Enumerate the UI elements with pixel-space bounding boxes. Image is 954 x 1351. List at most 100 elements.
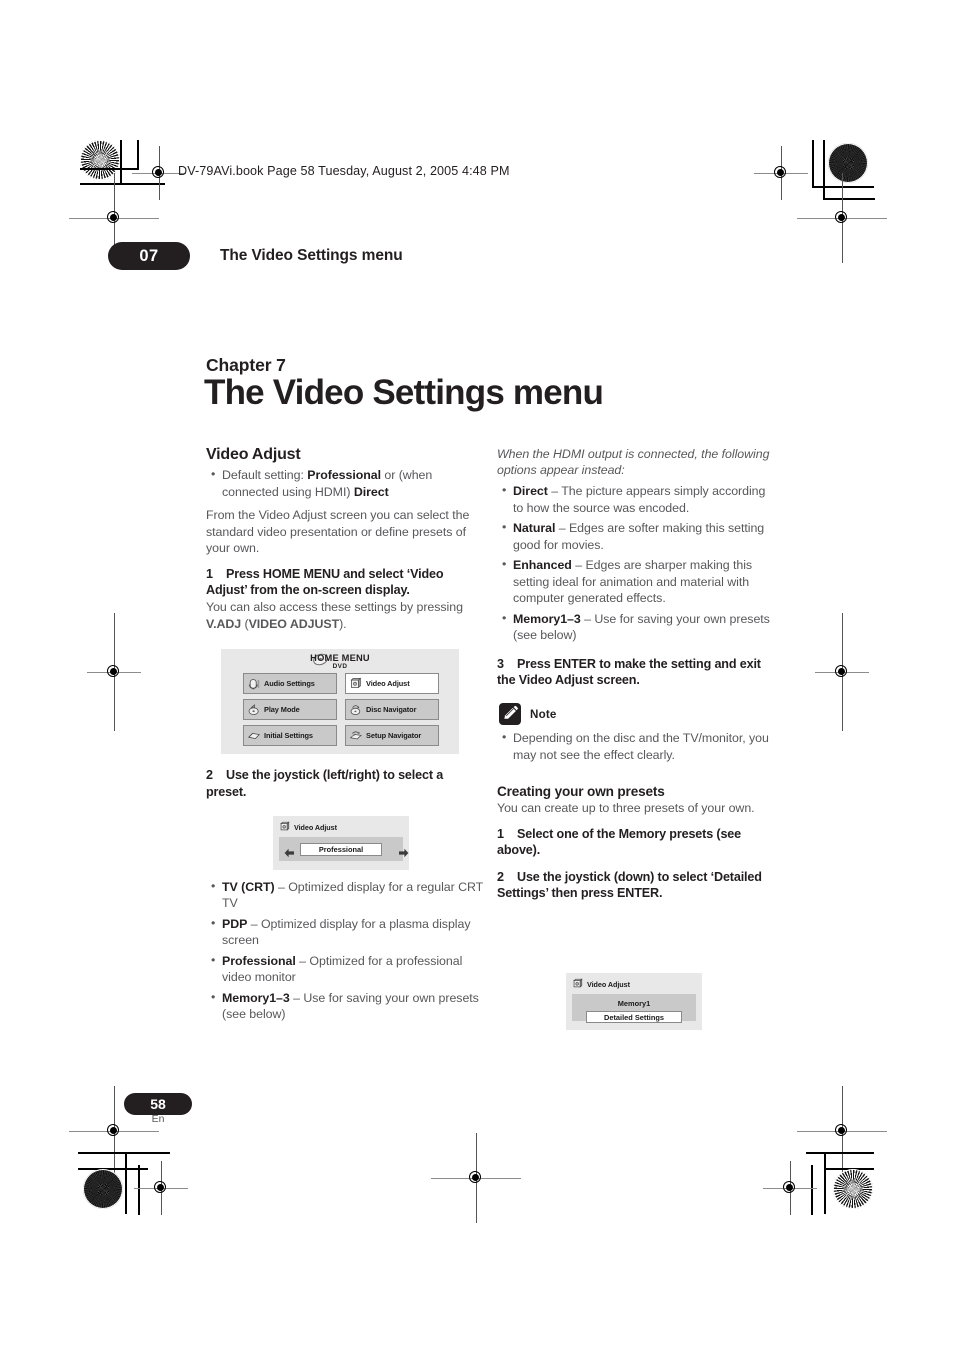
subsection-body: You can create up to three presets of yo… (497, 801, 755, 816)
list-item: Enhanced – Edges are sharper making this… (502, 556, 774, 607)
crop-mark (811, 1165, 813, 1215)
subsection-heading-creating-presets: Creating your own presets (497, 784, 665, 800)
section-heading-video-adjust: Video Adjust (206, 446, 301, 463)
list-item: PDP – Optimized display for a plasma dis… (211, 915, 483, 949)
right-column: When the HDMI output is connected, the f… (497, 446, 774, 902)
video-adjust-screenshot-body: Memory1 Detailed Settings (572, 994, 696, 1023)
crop-mark (80, 168, 138, 170)
video-adjust-screenshot-title: Video Adjust (294, 822, 337, 832)
registration-rosette-bottom-right (833, 1169, 873, 1209)
registration-target (134, 1161, 188, 1215)
home-menu-item-label: Disc Navigator (366, 705, 417, 714)
crop-mark (120, 140, 122, 185)
registration-target (132, 146, 186, 200)
home-menu-title: HOME MENU (310, 653, 370, 663)
crop-mark (824, 1152, 826, 1214)
video-adjust-screenshot-body: Professional (279, 837, 409, 861)
registration-target (797, 173, 887, 263)
default-setting-list: Default setting: Professional or (when c… (206, 466, 483, 500)
list-item: Natural – Edges are softer making this s… (502, 519, 774, 553)
video-adjust-preset-screenshot: Video Adjust Professional (273, 816, 409, 870)
step-1: 1 Press HOME MENU and select ‘Video Adjus… (206, 566, 483, 599)
crop-mark (823, 198, 875, 200)
registration-target (797, 1086, 887, 1176)
creating-step-2: 2 Use the joystick (down) to select ‘Deta… (497, 869, 774, 902)
step-number: 2 (206, 768, 213, 783)
crop-mark (80, 183, 165, 185)
disc-navigator-icon (349, 703, 363, 717)
home-menu-item-disc-navigator[interactable]: Disc Navigator (345, 699, 439, 720)
list-item: Professional – Optimized for a professio… (211, 952, 483, 986)
step-text: Press ENTER to make the setting and exit… (497, 656, 761, 688)
preset-value-field[interactable]: Professional (300, 843, 382, 856)
registration-rosette-top-left (80, 140, 120, 180)
step-2: 2 Use the joystick (left/right) to select… (206, 767, 483, 800)
registration-rosette-bottom-left (83, 1169, 123, 1209)
video-adjust-icon (279, 821, 291, 833)
note-label: Note (530, 707, 557, 721)
initial-settings-icon (247, 729, 261, 743)
setup-navigator-icon (349, 729, 363, 743)
home-menu-subtitle: DVD (332, 662, 348, 670)
crop-mark (826, 1168, 874, 1170)
chapter-number-badge: 07 (108, 242, 190, 270)
home-menu-item-play-mode[interactable]: Play Mode (243, 699, 337, 720)
step-text: Use the joystick (down) to select ‘Detai… (497, 869, 762, 901)
hdmi-options-list: Direct – The picture appears simply acco… (497, 482, 774, 644)
list-item: Memory1–3 – Use for saving your own pres… (211, 989, 483, 1023)
registration-target (69, 1086, 159, 1176)
crop-mark (823, 140, 825, 200)
home-menu-item-label: Play Mode (264, 705, 300, 714)
page-title: The Video Settings menu (204, 373, 604, 412)
step-number: 3 (497, 656, 504, 671)
registration-target (431, 1133, 521, 1223)
registration-target (763, 1161, 817, 1215)
list-item: Depending on the disc and the TV/monitor… (502, 729, 774, 763)
registration-target (815, 613, 869, 731)
detailed-settings-button[interactable]: Detailed Settings (586, 1011, 682, 1023)
note-header: Note (499, 703, 774, 726)
step-number: 2 (497, 869, 504, 884)
list-item: TV (CRT) – Optimized display for a regul… (211, 878, 483, 912)
home-menu-item-label: Setup Navigator (366, 731, 422, 740)
pencil-icon (499, 703, 521, 726)
home-menu-item-label: Audio Settings (264, 679, 315, 688)
step-number: 1 (497, 826, 504, 841)
home-menu-item-setup-navigator[interactable]: Setup Navigator (345, 725, 439, 746)
home-menu-screenshot: HOME MENU DVD Audio Settings Video Adjus… (221, 649, 459, 754)
video-adjust-intro: From the Video Adjust screen you can sel… (206, 508, 470, 555)
crop-mark (78, 1152, 170, 1154)
crop-mark (138, 1165, 140, 1215)
play-mode-icon (247, 703, 261, 717)
list-item: Default setting: Professional or (when c… (211, 466, 483, 500)
creating-step-1: 1 Select one of the Memory presets (see a… (497, 826, 774, 859)
home-menu-item-label: Video Adjust (366, 679, 410, 688)
crop-mark (125, 1152, 127, 1214)
video-adjust-screenshot-header: Video Adjust (572, 978, 630, 990)
home-menu-item-label: Initial Settings (264, 731, 313, 740)
running-head: 07 The Video Settings menu (108, 242, 770, 270)
video-adjust-icon (572, 978, 584, 990)
step-1-body: You can also access these settings by pr… (206, 600, 463, 631)
registration-target (87, 613, 141, 731)
video-adjust-screenshot-header: Video Adjust (279, 821, 337, 833)
home-menu-item-audio-settings[interactable]: Audio Settings (243, 673, 337, 694)
running-head-title: The Video Settings menu (220, 247, 403, 264)
memory-preset-label: Memory1 (617, 999, 651, 1008)
hdmi-note: When the HDMI output is connected, the f… (497, 447, 770, 478)
book-file-line: DV-79AVi.book Page 58 Tuesday, August 2,… (178, 164, 510, 178)
video-adjust-memory-screenshot: Video Adjust Memory1 Detailed Settings (566, 973, 702, 1030)
home-menu-item-initial-settings[interactable]: Initial Settings (243, 725, 337, 746)
step-3: 3 Press ENTER to make the setting and exi… (497, 656, 774, 689)
crop-mark (137, 140, 139, 170)
step-text: Press HOME MENU and select ‘Video Adjust… (206, 566, 444, 597)
step-text: Use the joystick (left/right) to select … (206, 768, 444, 799)
home-menu-item-video-adjust[interactable]: Video Adjust (345, 673, 439, 694)
crop-mark (812, 186, 874, 188)
page-number-badge: 58 (124, 1093, 192, 1115)
video-adjust-screenshot-title: Video Adjust (587, 979, 630, 989)
step-number: 1 (206, 566, 213, 581)
page-language-code: En (151, 1113, 165, 1125)
preset-selector-row[interactable]: Professional (283, 843, 409, 858)
step-text: Select one of the Memory presets (see ab… (497, 826, 742, 858)
